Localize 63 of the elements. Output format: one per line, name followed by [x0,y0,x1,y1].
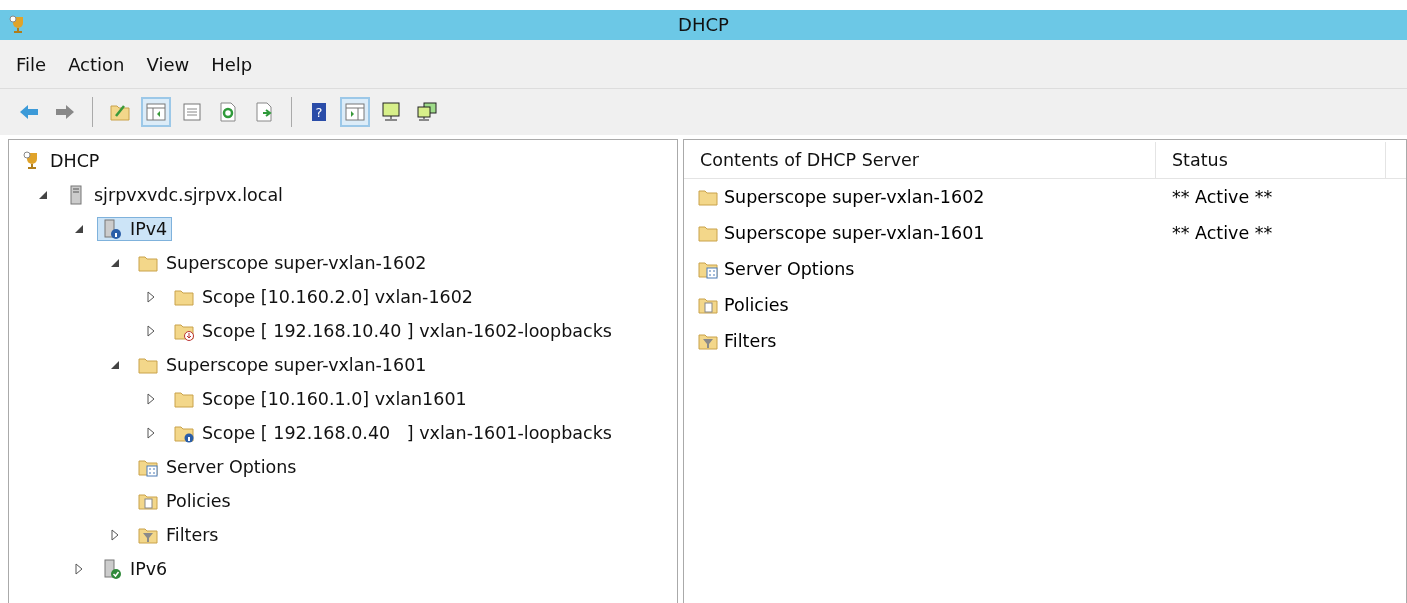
expand-arrow-icon[interactable] [109,529,121,541]
window-list-icon [182,102,202,122]
list-item[interactable]: Superscope super-vxlan-1601 [684,223,1156,243]
folder-icon [138,253,158,273]
tree-item[interactable]: Superscope super-vxlan-1601 [133,353,432,377]
tree-item[interactable]: Scope [ 192.168.10.40 ] vxlan-1602-loopbacks [169,319,617,343]
folder-icon [138,355,158,375]
tree-item[interactable]: Policies [133,489,236,513]
tree-item[interactable]: Scope [10.160.2.0] vxlan-1602 [169,285,478,309]
column-header[interactable]: Status [1156,142,1386,178]
expand-arrow-icon[interactable] [145,325,157,337]
folder-icon [174,389,194,409]
console-tree-icon [146,102,166,122]
monitor-icon [381,102,401,122]
tree-item[interactable]: Scope [10.160.1.0] vxlan1601 [169,387,472,411]
collapse-arrow-icon[interactable] [109,359,121,371]
server-check-icon [102,559,122,579]
folder-grid-icon [698,259,718,279]
tree-item[interactable]: Superscope super-vxlan-1602 [133,251,432,275]
menu-item[interactable]: Help [203,51,261,77]
server-info-icon [102,219,122,239]
collapse-arrow-icon[interactable] [109,257,121,269]
tree-item[interactable]: sjrpvxvdc.sjrpvx.local [61,183,288,207]
expand-arrow-icon[interactable] [145,427,157,439]
forward-arrow-icon [55,102,75,122]
folder-grid-icon [138,457,158,477]
column-header[interactable]: Contents of DHCP Server [684,142,1156,178]
status-text: ** Active ** [1171,187,1273,207]
folder-funnel-icon [698,331,718,351]
expand-arrow-icon[interactable] [145,291,157,303]
tree-item[interactable]: IPv6 [97,557,173,581]
collapse-arrow-icon[interactable] [37,189,49,201]
folder-info-icon [174,423,194,443]
folder-icon [698,187,718,207]
menu-item[interactable]: View [138,51,198,77]
tree-item[interactable]: IPv4 [97,217,173,241]
menu-item[interactable]: Action [60,51,133,77]
back-arrow-icon [19,102,39,122]
expand-arrow-icon[interactable] [73,563,85,575]
list-item[interactable]: Superscope super-vxlan-1602 [684,187,1156,207]
list-item[interactable]: Policies [684,295,1156,315]
folder-warning-icon [174,321,194,341]
status-text: ** Active ** [1171,223,1273,243]
folder-icon [698,223,718,243]
menu-item[interactable]: File [8,51,55,77]
folder-funnel-icon [138,525,158,545]
folder-arrow-icon [110,102,130,122]
tree-item[interactable]: Scope [ 192.168.0.40 ] vxlan-1601-loopbacks [169,421,617,445]
collapse-arrow-icon[interactable] [73,223,85,235]
refresh-icon [218,102,238,122]
window-title: DHCP [678,14,729,35]
list-item[interactable]: Server Options [684,259,1156,279]
folder-icon [174,287,194,307]
list-item[interactable]: Filters [684,331,1156,351]
folder-document-icon [138,491,158,511]
action-pane-icon [345,102,365,122]
export-list-icon [254,102,274,122]
tree-item[interactable]: Server Options [133,455,302,479]
monitors-icon [417,102,437,122]
tree-item[interactable]: DHCP [17,149,105,173]
expand-arrow-icon[interactable] [145,393,157,405]
tree-item[interactable]: Filters [133,523,224,547]
folder-document-icon [698,295,718,315]
